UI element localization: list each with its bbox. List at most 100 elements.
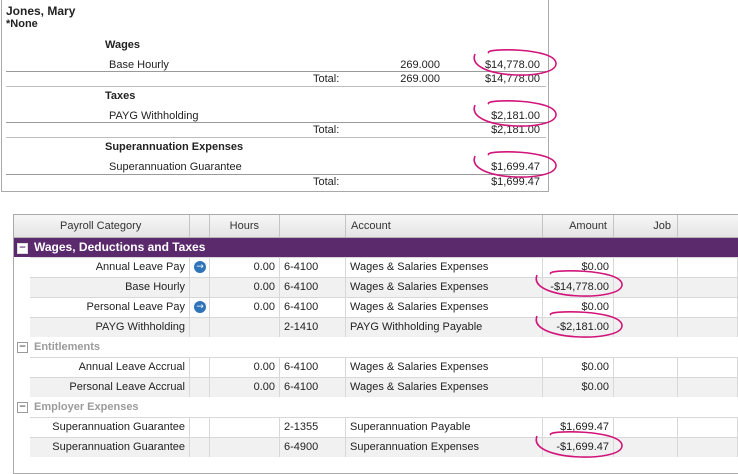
cell-amount[interactable]: $1,699.47 (543, 418, 614, 437)
group-title: Wages, Deductions and Taxes (34, 240, 206, 254)
group-header[interactable]: − Employer Expenses (14, 397, 738, 417)
cell-payroll-category[interactable]: Annual Leave Pay (30, 258, 190, 277)
table-row[interactable]: Annual Leave Accrual 0.00 6-4100 Wages & Sa… (30, 357, 738, 377)
collapse-icon[interactable]: − (17, 243, 28, 254)
cell-account-no[interactable]: 6-4100 (280, 378, 346, 397)
section-title-taxes: Taxes (105, 90, 136, 102)
table-row[interactable]: Superannuation Guarantee 6-4900 Superannua… (30, 437, 738, 457)
cell-job[interactable] (614, 358, 678, 377)
cell-account-no[interactable]: 6-4100 (280, 298, 346, 317)
report-divider (6, 174, 546, 175)
cell-hours[interactable] (210, 318, 280, 337)
section-title-superannuation: Superannuation Expenses (105, 141, 244, 153)
column-header-account[interactable]: Account (346, 215, 543, 237)
cell-payroll-category[interactable]: Superannuation Guarantee (30, 418, 190, 437)
cell-account-no[interactable]: 2-1410 (280, 318, 346, 337)
arrow-circle-icon[interactable]: → (194, 301, 206, 313)
cell-extra (678, 318, 738, 337)
report-divider (6, 86, 546, 87)
cell-amount[interactable]: $0.00 (543, 258, 614, 277)
cell-account-name[interactable]: Wages & Salaries Expenses (346, 258, 543, 277)
report-total-amount: $1,699.47 (491, 176, 540, 188)
column-header-spacer (190, 215, 210, 237)
cell-job[interactable] (614, 298, 678, 317)
cell-hours[interactable]: 0.00 (210, 278, 280, 297)
column-header-payroll-category[interactable]: Payroll Category (14, 215, 190, 237)
cell-account-name[interactable]: Wages & Salaries Expenses (346, 378, 543, 397)
collapse-icon[interactable]: − (17, 342, 28, 353)
cell-job[interactable] (614, 438, 678, 457)
cell-account-name[interactable]: PAYG Withholding Payable (346, 318, 543, 337)
cell-hours[interactable]: 0.00 (210, 358, 280, 377)
report-total-hours: 269.000 (400, 73, 440, 85)
table-row[interactable]: Personal Leave Accrual 0.00 6-4100 Wages & … (30, 377, 738, 397)
table-row[interactable]: Annual Leave Pay → 0.00 6-4100 Wages & Salar… (30, 257, 738, 277)
cell-job[interactable] (614, 418, 678, 437)
column-header-job[interactable]: Job (614, 215, 678, 237)
cell-amount[interactable]: $0.00 (543, 298, 614, 317)
collapse-icon[interactable]: − (17, 402, 28, 413)
report-total-label: Total: (313, 124, 340, 136)
column-header-amount[interactable]: Amount (543, 215, 614, 237)
cell-amount[interactable]: -$2,181.00 (543, 318, 614, 337)
cell-account-name[interactable]: Wages & Salaries Expenses (346, 298, 543, 317)
report-item-amount: $1,699.47 (491, 161, 540, 173)
cell-extra (678, 438, 738, 457)
cell-account-name[interactable]: Superannuation Expenses (346, 438, 543, 457)
cell-payroll-category[interactable]: Base Hourly (30, 278, 190, 297)
cell-extra (678, 358, 738, 377)
cell-amount[interactable]: $0.00 (543, 358, 614, 377)
cell-job[interactable] (614, 278, 678, 297)
payroll-grid: Payroll Category Hours Account Amount Jo… (13, 214, 738, 474)
column-header-hours[interactable]: Hours (210, 215, 280, 237)
report-item-label: Superannuation Guarantee (109, 161, 242, 173)
cell-account-no[interactable]: 2-1355 (280, 418, 346, 437)
cell-drilldown (190, 318, 210, 337)
cell-account-no[interactable]: 6-4100 (280, 258, 346, 277)
table-row[interactable]: Base Hourly 0.00 6-4100 Wages & Salaries Ex… (30, 277, 738, 297)
report-divider (6, 71, 546, 72)
cell-payroll-category[interactable]: Personal Leave Accrual (30, 378, 190, 397)
cell-hours[interactable]: 0.00 (210, 298, 280, 317)
cell-account-name[interactable]: Wages & Salaries Expenses (346, 278, 543, 297)
table-row[interactable]: PAYG Withholding 2-1410 PAYG Withholding P… (30, 317, 738, 337)
table-row[interactable]: Superannuation Guarantee 2-1355 Superannua… (30, 417, 738, 437)
cell-payroll-category[interactable]: PAYG Withholding (30, 318, 190, 337)
cell-payroll-category[interactable]: Personal Leave Pay (30, 298, 190, 317)
table-row[interactable]: Personal Leave Pay → 0.00 6-4100 Wages & Sal… (30, 297, 738, 317)
report-total-label: Total: (313, 73, 340, 85)
cell-account-name[interactable]: Superannuation Payable (346, 418, 543, 437)
cell-job[interactable] (614, 378, 678, 397)
section-title-wages: Wages (105, 39, 141, 51)
cell-drilldown: → (190, 298, 210, 317)
cell-drilldown (190, 418, 210, 437)
cell-hours[interactable]: 0.00 (210, 258, 280, 277)
report-item-amount: $14,778.00 (484, 59, 540, 71)
report-total-amount: $14,778.00 (484, 73, 540, 85)
report-item-hours: 269.000 (400, 59, 440, 71)
cell-hours[interactable]: 0.00 (210, 378, 280, 397)
cell-hours[interactable] (210, 418, 280, 437)
cell-extra (678, 278, 738, 297)
cell-amount[interactable]: -$14,778.00 (543, 278, 614, 297)
cell-extra (678, 418, 738, 437)
cell-account-no[interactable]: 6-4100 (280, 358, 346, 377)
cell-payroll-category[interactable]: Superannuation Guarantee (30, 438, 190, 457)
report-item-label: Base Hourly (109, 59, 169, 71)
cell-job[interactable] (614, 258, 678, 277)
cell-payroll-category[interactable]: Annual Leave Accrual (30, 358, 190, 377)
cell-job[interactable] (614, 318, 678, 337)
cell-account-name[interactable]: Wages & Salaries Expenses (346, 358, 543, 377)
cell-drilldown (190, 378, 210, 397)
cell-hours[interactable] (210, 438, 280, 457)
cell-account-no[interactable]: 6-4900 (280, 438, 346, 457)
cell-amount[interactable]: $0.00 (543, 378, 614, 397)
group-header[interactable]: − Wages, Deductions and Taxes (14, 238, 738, 257)
group-header[interactable]: − Entitlements (14, 337, 738, 357)
cell-account-no[interactable]: 6-4100 (280, 278, 346, 297)
cell-amount[interactable]: -$1,699.47 (543, 438, 614, 457)
column-header-account-no (280, 215, 346, 237)
group-title: Entitlements (34, 341, 101, 353)
cell-extra (678, 378, 738, 397)
arrow-circle-icon[interactable]: → (194, 261, 206, 273)
